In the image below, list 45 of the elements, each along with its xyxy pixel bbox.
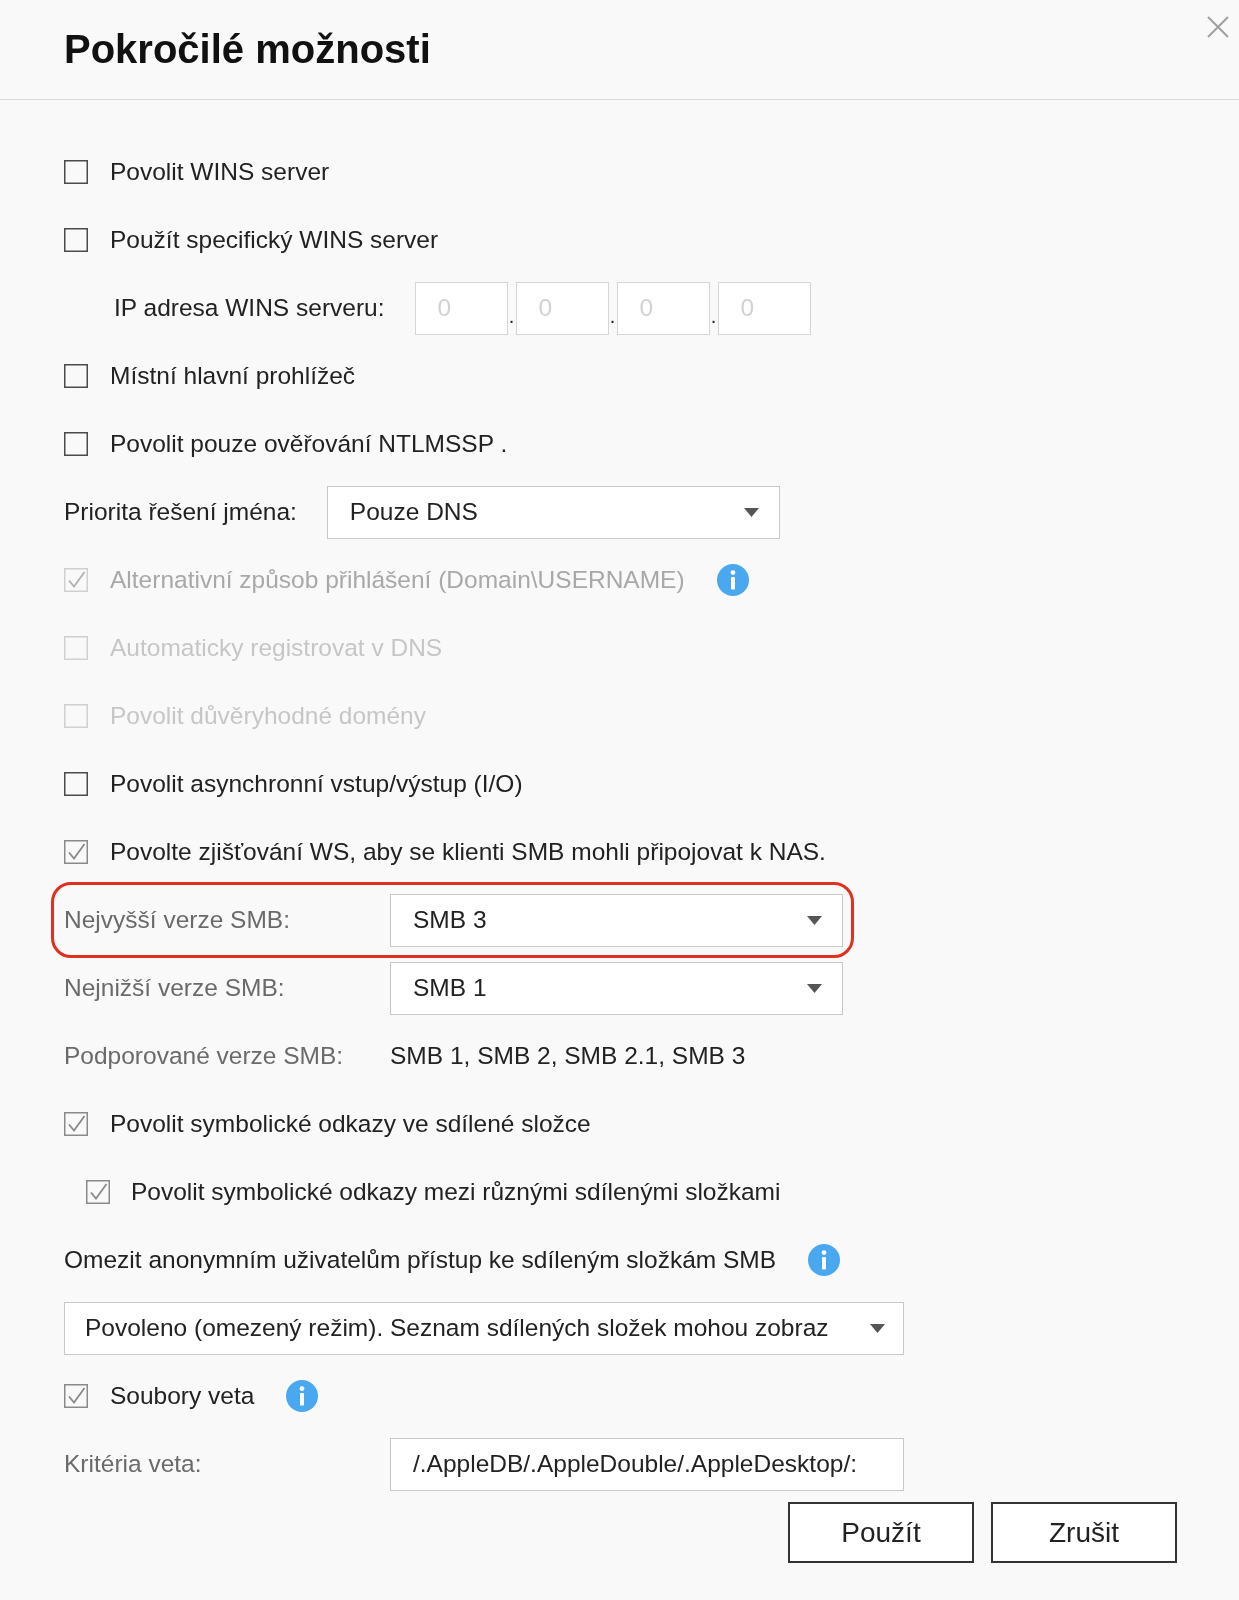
checkbox[interactable] (64, 364, 88, 388)
caret-icon (807, 983, 822, 993)
octet-separator: . (709, 306, 718, 326)
dropdown[interactable]: Povoleno (omezený režim). Seznam sdílených složek mohou zobraz (64, 1301, 904, 1355)
checkbox[interactable] (64, 432, 88, 456)
option-label: Povolit pouze ověřování NTLMSSP . (110, 430, 508, 458)
field-label: IP adresa WINS serveru: (114, 294, 385, 322)
dropdown[interactable]: Pouze DNS (326, 485, 780, 539)
caret-icon (870, 1323, 885, 1333)
dialog-title: Pokročilé možnosti (64, 27, 431, 72)
input-field[interactable]: /.AppleDB/.AppleDouble/.AppleDesktop/: (390, 1437, 904, 1491)
option-label: Povolit WINS server (110, 158, 330, 186)
info-icon[interactable] (808, 1244, 841, 1276)
option-label: Použít specifický WINS server (110, 226, 439, 254)
option-label: Místní hlavní prohlížeč (110, 362, 356, 390)
checkbox[interactable] (86, 1180, 110, 1204)
section-label: Omezit anonymním uživatelům přístup ke sdíleným složkám SMB (64, 1246, 777, 1274)
field-label: Nejvyšší verze SMB: (64, 906, 291, 934)
caret-icon (743, 507, 759, 517)
checkbox[interactable] (64, 840, 88, 864)
checkbox[interactable] (64, 1112, 88, 1136)
dialog-button[interactable]: Použít (788, 1502, 974, 1563)
dialog-button[interactable]: Zrušit (991, 1502, 1177, 1563)
octet-separator: . (608, 306, 617, 326)
close-icon[interactable] (1207, 16, 1229, 38)
checkbox[interactable] (64, 160, 88, 184)
caret-icon (807, 915, 822, 925)
checkbox[interactable] (64, 1384, 88, 1408)
option-label: Povolte zjišťování WS, aby se klienti SMB mohli připojovat k NAS. (110, 838, 826, 866)
option-label: Povolit asynchronní vstup/výstup (I/O) (110, 770, 523, 798)
option-label: Povolit symbolické odkazy mezi různými sdílenými složkami (131, 1178, 781, 1206)
field-label: Podporované verze SMB: (64, 1042, 345, 1070)
option-label: Soubory veta (110, 1382, 255, 1410)
field-label: Kritéria veta: (64, 1450, 203, 1478)
checkbox[interactable] (64, 772, 88, 796)
info-icon[interactable] (286, 1380, 319, 1412)
option-label: Alternativní způsob přihlášení (Domain\USERNAME) (110, 566, 685, 594)
option-label: Povolit symbolické odkazy ve sdílené složce (110, 1110, 591, 1138)
dropdown[interactable]: SMB 1 (390, 961, 843, 1015)
dropdown[interactable]: SMB 3 (390, 893, 843, 947)
checkbox[interactable] (64, 228, 88, 252)
field-label: Priorita řešení jména: (64, 498, 297, 526)
field-label: Nejnižší verze SMB: (64, 974, 286, 1002)
octet-separator: . (507, 306, 516, 326)
value-text: SMB 1, SMB 2, SMB 2.1, SMB 3 (390, 1042, 746, 1070)
